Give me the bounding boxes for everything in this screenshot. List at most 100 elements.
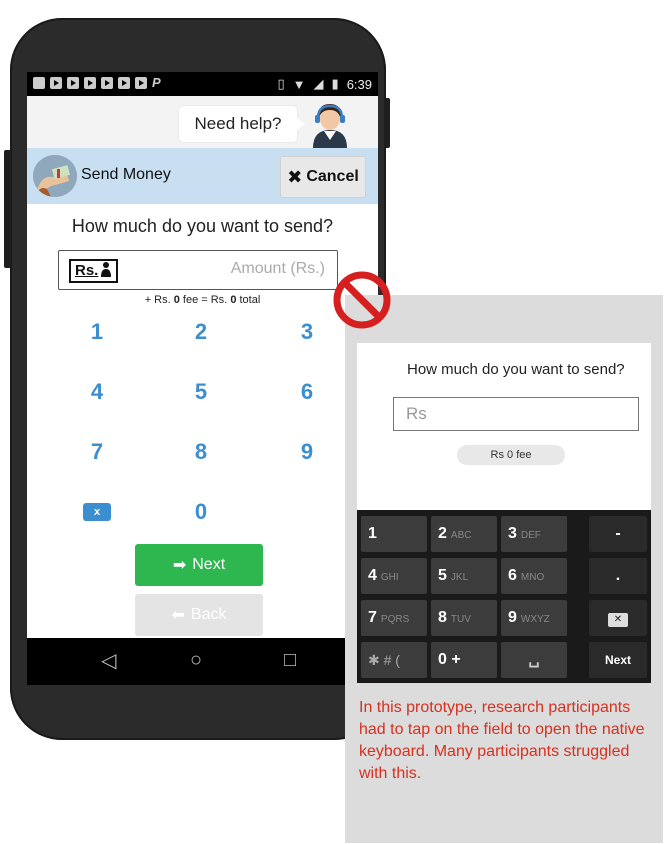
native-key-1: 1 [361,516,427,552]
callout-caption: In this prototype, research participants… [359,699,645,782]
fee-prefix: + Rs. [144,294,174,306]
arrow-right-icon: ➡ [172,557,187,574]
native-key-6-letters: MNO [520,572,545,583]
keypad-key-2[interactable]: 2 [161,312,241,352]
keypad-key-6[interactable]: 6 [267,372,347,412]
native-key-4-digit: 4 [368,567,377,584]
native-key-2-letters: ABC [450,530,472,541]
native-key-backspace: ✕ [589,600,647,636]
close-icon: ✖ [287,166,303,187]
status-bar: P ▯ ▼ ◢ ▮ 6:39 [27,72,378,96]
cancel-button[interactable]: ✖ Cancel [280,156,366,198]
native-key-3: 3 DEF [501,516,567,552]
native-key-3-digit: 3 [508,525,517,542]
youtube-icon [50,77,62,89]
youtube-icon [67,77,79,89]
keypad-key-5[interactable]: 5 [161,372,241,412]
fee-summary: + Rs. 0 fee = Rs. 0 total [27,294,378,306]
cursor-person-icon [101,262,112,277]
native-key-8-letters: TUV [450,614,471,625]
title-bar: Send Money ✖ Cancel [27,148,378,204]
amount-input[interactable]: Rs. Amount (Rs.) [58,250,338,290]
native-keyboard-screenshot: How much do you want to send? Rs Rs 0 fe… [357,343,651,683]
callout-fee-pill: Rs 0 fee [457,445,565,465]
native-key-5-digit: 5 [438,567,447,584]
native-key-5-letters: JKL [450,572,469,583]
native-key-7: 7 PQRS [361,600,427,636]
native-key-3-letters: DEF [520,530,541,541]
next-button[interactable]: ➡ Next [135,544,263,586]
fee-middle: fee = Rs. [179,294,231,306]
amount-question: How much do you want to send? [71,216,334,236]
callout-question: How much do you want to send? [407,361,625,378]
native-key-period: . [589,558,647,594]
currency-badge: Rs. [69,259,119,283]
back-button[interactable]: ⬅ Back [135,594,263,636]
back-label: Back [190,606,227,623]
youtube-icon [118,77,130,89]
need-help-button[interactable]: Need help? [179,106,305,142]
native-key-7-digit: 7 [368,609,377,626]
keypad-key-8[interactable]: 8 [161,432,241,472]
native-key-next: Next [589,642,647,678]
nav-recents-icon[interactable]: □ [284,649,296,672]
cancel-label: Cancel [306,168,359,185]
native-key-9: 9 WXYZ [501,600,567,636]
status-right: ▯ ▼ ◢ ▮ 6:39 [278,76,373,92]
keypad-key-9[interactable]: 9 [267,432,347,472]
phone-side-button-left [4,150,11,268]
keypad-key-0[interactable]: 0 [161,492,241,532]
support-agent-icon[interactable] [305,100,355,148]
arrow-left-icon: ⬅ [171,607,185,624]
amount-placeholder: Amount (Rs.) [230,260,325,277]
battery-icon: ▮ [331,76,339,91]
keypad-key-7[interactable]: 7 [57,432,137,472]
phone-side-button-right [384,98,390,148]
currency-badge-text: Rs. [75,262,99,279]
native-key-8-digit: 8 [438,609,447,626]
send-money-icon [33,155,77,197]
native-key-space: ␣ [501,642,567,678]
backspace-icon[interactable]: x [83,503,111,521]
callout-amount-field: Rs [393,397,639,431]
native-key-7-letters: PQRS [380,614,410,625]
backspace-icon: ✕ [607,613,629,627]
space-icon: ␣ [528,651,540,668]
native-key-6: 6 MNO [501,558,567,594]
native-key-2: 2 ABC [431,516,497,552]
native-key-minus: - [589,516,647,552]
signal-icon: ◢ [313,76,324,91]
youtube-icon [135,77,147,89]
keypad-key-4[interactable]: 4 [57,372,137,412]
paypal-icon: P [152,75,161,90]
page-title: Send Money [81,166,171,183]
status-time: 6:39 [346,76,372,92]
youtube-icon [84,77,96,89]
native-key-9-letters: WXYZ [520,614,550,625]
native-key-1-digit: 1 [368,525,377,542]
native-key-symbols: ✱ # ( [361,642,427,678]
native-key-6-digit: 6 [508,567,517,584]
notification-icon [33,77,45,89]
wifi-icon: ▼ [292,76,306,92]
native-key-5: 5 JKL [431,558,497,594]
native-key-9-digit: 9 [508,609,517,626]
callout-panel: How much do you want to send? Rs Rs 0 fe… [333,271,663,843]
nav-back-icon[interactable]: ◁ [101,648,116,673]
native-key-0: 0 + [431,642,497,678]
prohibited-icon [333,271,391,329]
android-nav-bar: ◁ ○ □ [27,638,378,685]
native-key-4-letters: GHI [380,572,399,583]
callout-field-value: Rs [406,404,427,423]
phone-screen: P ▯ ▼ ◢ ▮ 6:39 Need help? Send Money ✖ C… [27,72,378,685]
help-bar: Need help? [27,96,378,148]
native-key-4: 4 GHI [361,558,427,594]
nav-home-icon[interactable]: ○ [190,649,202,672]
next-label: Next [192,556,226,573]
native-keyboard: 1 2 ABC 3 DEF - 4 GHI 5 JKL 6 MNO . 7 PQRS 8 TU… [357,510,651,683]
native-key-2-digit: 2 [438,525,447,542]
native-key-8: 8 TUV [431,600,497,636]
fee-suffix: total [236,294,261,306]
keypad-key-1[interactable]: 1 [57,312,137,352]
youtube-icon [101,77,113,89]
